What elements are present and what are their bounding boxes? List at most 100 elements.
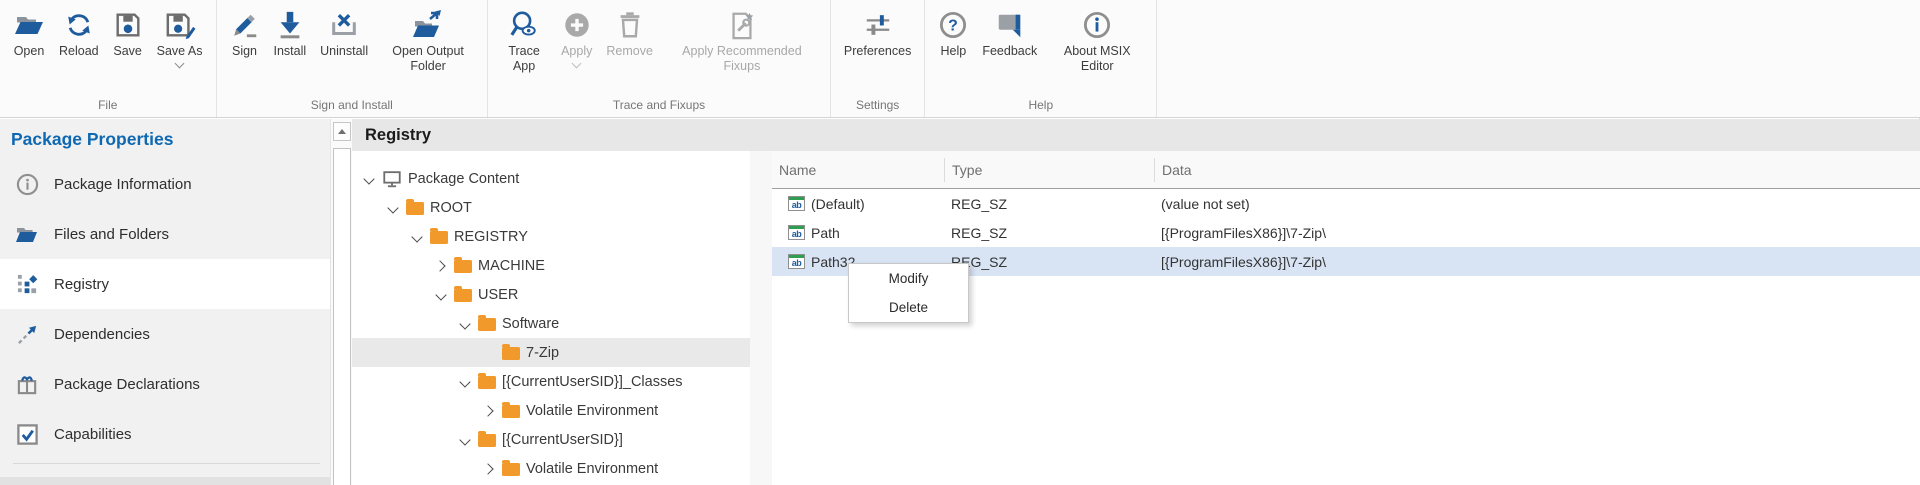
save-as-icon: [164, 6, 196, 44]
chevron-down-icon[interactable]: [362, 172, 376, 186]
tree-node-7-zip[interactable]: 7-Zip: [352, 338, 750, 367]
about-msix-editor-button[interactable]: About MSIX Editor: [1044, 0, 1150, 74]
sidebar-item-registry[interactable]: Registry: [0, 259, 330, 309]
tree-node-package-content[interactable]: Package Content: [352, 164, 750, 193]
help-button[interactable]: ? Help: [931, 0, 975, 59]
preferences-icon: [863, 6, 893, 44]
chevron-down-icon[interactable]: [458, 433, 472, 447]
scroll-up-button[interactable]: [333, 122, 351, 141]
ribbon-group-sign-and-install: Sign Install Uninstall: [217, 0, 489, 117]
preferences-button[interactable]: Preferences: [837, 0, 918, 59]
scrollbar-thumb[interactable]: [333, 148, 351, 485]
page-title: Registry: [365, 126, 431, 145]
tree-node-label: MACHINE: [478, 258, 545, 274]
trace-app-button[interactable]: Trace App: [494, 0, 554, 74]
sign-button[interactable]: Sign: [223, 0, 267, 59]
sidebar-item-capabilities[interactable]: Capabilities: [0, 409, 330, 459]
chevron-down-icon[interactable]: [175, 60, 184, 69]
registry-icon: [15, 272, 39, 296]
save-as-button[interactable]: Save As: [150, 0, 210, 69]
tree-node-label: ROOT: [430, 200, 472, 216]
tree-node-label: REGISTRY: [454, 229, 528, 245]
reload-icon: [64, 6, 94, 44]
tree-node-machine[interactable]: MACHINE: [352, 251, 750, 280]
sidebar-item-package-declarations[interactable]: Package Declarations: [0, 359, 330, 409]
apply-icon: [562, 6, 592, 44]
sidebar-item-package-information[interactable]: Package Information: [0, 159, 330, 209]
preferences-label: Preferences: [844, 44, 911, 59]
ribbon-group-label-file: File: [6, 96, 210, 117]
chevron-down-icon[interactable]: [410, 230, 424, 244]
open-output-folder-button[interactable]: Open Output Folder: [375, 0, 481, 74]
tree-node-currentusersid-classes[interactable]: [{CurrentUserSID}]_Classes: [352, 367, 750, 396]
save-label: Save: [113, 44, 142, 59]
open-button[interactable]: Open: [6, 0, 52, 59]
ribbon-group-label-help: Help: [931, 96, 1150, 117]
open-label: Open: [14, 44, 45, 59]
sidebar-item-label: Files and Folders: [54, 226, 169, 243]
tree-node-currentusersid[interactable]: [{CurrentUserSID}]: [352, 425, 750, 454]
folder-icon: [478, 376, 496, 389]
remove-button[interactable]: Remove: [599, 0, 660, 59]
content-pane: Registry Package Content RO: [352, 119, 1920, 485]
chevron-right-icon[interactable]: [482, 462, 496, 476]
uninstall-button[interactable]: Uninstall: [313, 0, 375, 59]
tree-scrollbar-track[interactable]: [750, 151, 772, 485]
column-header-data[interactable]: Data: [1154, 158, 1920, 182]
tree-node-root[interactable]: ROOT: [352, 193, 750, 222]
tree-node-volatile-environment-2[interactable]: Volatile Environment: [352, 454, 750, 483]
apply-recommended-fixups-icon: [727, 6, 757, 44]
save-button[interactable]: Save: [106, 0, 150, 59]
sidebar-item-label: Dependencies: [54, 326, 150, 343]
context-menu-item-delete[interactable]: Delete: [849, 293, 968, 322]
open-icon: [13, 6, 45, 44]
feedback-button[interactable]: Feedback: [975, 0, 1044, 59]
chevron-down-icon[interactable]: [386, 201, 400, 215]
folder-icon: [502, 347, 520, 360]
apply-button[interactable]: Apply: [554, 0, 599, 69]
tree-node-label: Volatile Environment: [526, 461, 658, 477]
chevron-right-icon[interactable]: [434, 259, 448, 273]
chevron-down-icon[interactable]: [572, 60, 581, 69]
value-data: [{ProgramFilesX86}]\7-Zip\: [1154, 254, 1920, 270]
sidebar-item-label: Registry: [54, 276, 109, 293]
context-menu-item-modify[interactable]: Modify: [849, 264, 968, 293]
reload-button[interactable]: Reload: [52, 0, 106, 59]
column-header-name[interactable]: Name: [772, 158, 944, 182]
sidebar-item-label: Package Declarations: [54, 376, 200, 393]
chevron-down-icon[interactable]: [434, 288, 448, 302]
sidebar-item-files-and-folders[interactable]: Files and Folders: [0, 209, 330, 259]
tree-node-user[interactable]: USER: [352, 280, 750, 309]
tree-node-label: Volatile Environment: [526, 403, 658, 419]
tree-node-software[interactable]: Software: [352, 309, 750, 338]
table-row-path[interactable]: ab Path REG_SZ [{ProgramFilesX86}]\7-Zip…: [772, 218, 1920, 247]
tree-node-registry[interactable]: REGISTRY: [352, 222, 750, 251]
chevron-down-icon[interactable]: [458, 317, 472, 331]
folder-icon: [454, 289, 472, 302]
apply-recommended-fixups-button[interactable]: Apply Recommended Fixups: [660, 0, 824, 74]
sidebar-item-dependencies[interactable]: Dependencies: [0, 309, 330, 359]
table-header: Name Type Data: [772, 151, 1920, 189]
chevron-right-icon[interactable]: [482, 404, 496, 418]
table-row-default[interactable]: ab (Default) REG_SZ (value not set): [772, 189, 1920, 218]
tree-node-label: [{CurrentUserSID}]: [502, 432, 623, 448]
trace-app-label: Trace App: [501, 44, 547, 74]
ribbon-group-label-settings: Settings: [837, 96, 918, 117]
tree-node-label: Software: [502, 316, 559, 332]
value-type: REG_SZ: [944, 225, 1154, 241]
install-button[interactable]: Install: [267, 0, 314, 59]
tree-node-label: USER: [478, 287, 518, 303]
context-menu: Modify Delete: [848, 263, 969, 323]
sidebar-scrollbar: [330, 119, 352, 485]
remove-icon: [615, 6, 645, 44]
column-header-type[interactable]: Type: [944, 158, 1154, 182]
folder-icon: [502, 463, 520, 476]
chevron-down-icon[interactable]: [458, 375, 472, 389]
declarations-icon: [15, 372, 39, 396]
info-icon: [15, 172, 39, 196]
help-icon: ?: [938, 6, 968, 44]
capabilities-icon: [15, 422, 39, 446]
folder-icon: [430, 231, 448, 244]
files-folders-icon: [15, 222, 39, 246]
tree-node-volatile-environment-1[interactable]: Volatile Environment: [352, 396, 750, 425]
